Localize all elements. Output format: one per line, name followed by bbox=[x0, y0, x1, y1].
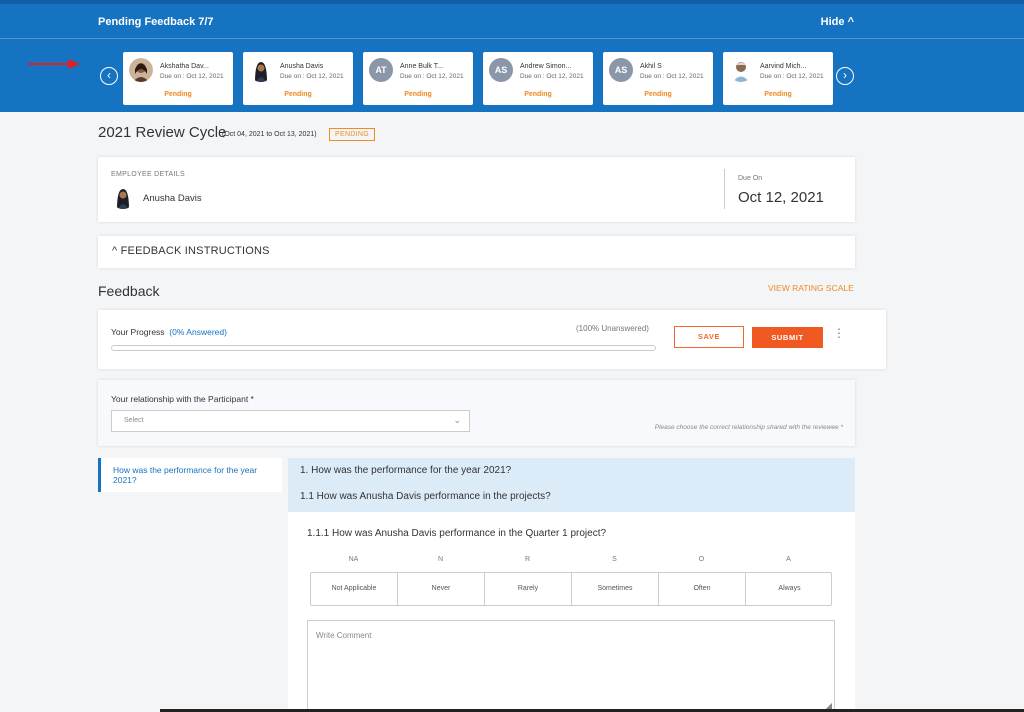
reviewee-card[interactable]: Aarvind Mich... Due on : Oct 12, 2021 Pe… bbox=[723, 52, 833, 105]
avatar bbox=[729, 58, 753, 82]
submit-button[interactable]: SUBMIT bbox=[752, 327, 823, 348]
reviewee-due: Due on : Oct 12, 2021 bbox=[160, 73, 224, 80]
rating-option-rarely[interactable]: Rarely bbox=[485, 573, 572, 605]
due-on-date: Oct 12, 2021 bbox=[738, 189, 824, 206]
question-1-1: 1.1 How was Anusha Davis performance in … bbox=[300, 491, 551, 502]
employee-name: Anusha Davis bbox=[143, 193, 202, 204]
reviewee-status: Pending bbox=[404, 91, 432, 98]
reviewee-status: Pending bbox=[164, 91, 192, 98]
rating-scale: Not Applicable Never Rarely Sometimes Of… bbox=[310, 572, 832, 606]
progress-label: Your Progress (0% Answered) bbox=[111, 327, 227, 337]
rating-option-never[interactable]: Never bbox=[398, 573, 485, 605]
status-badge: PENDING bbox=[329, 128, 375, 141]
divider bbox=[0, 38, 1024, 39]
save-button[interactable]: SAVE bbox=[674, 326, 744, 348]
progress-bar bbox=[111, 345, 656, 351]
rating-option-always[interactable]: Always bbox=[746, 573, 833, 605]
chevron-down-icon: ⌄ bbox=[453, 415, 461, 425]
hide-button[interactable]: Hide ^ bbox=[821, 16, 854, 28]
avatar bbox=[249, 58, 273, 82]
pending-feedback-bar: Pending Feedback 7/7 Hide ^ ‹ Akshatha D… bbox=[0, 0, 1024, 112]
relationship-select[interactable]: Select ⌄ bbox=[111, 410, 470, 432]
comment-textarea[interactable]: Write Comment ◢ bbox=[307, 620, 835, 712]
reviewee-card[interactable]: AS Akhil S Due on : Oct 12, 2021 Pending bbox=[603, 52, 713, 105]
reviewee-status: Pending bbox=[524, 91, 552, 98]
scale-abbr: O bbox=[698, 556, 705, 563]
reviewee-name: Aarvind Mich... bbox=[760, 63, 807, 70]
progress-unanswered: (100% Unanswered) bbox=[576, 324, 649, 333]
prev-reviewee-button[interactable]: ‹ bbox=[100, 67, 118, 85]
question-header: 1. How was the performance for the year … bbox=[288, 458, 855, 512]
reviewee-name: Anusha Davis bbox=[280, 63, 324, 70]
feedback-heading: Feedback bbox=[98, 283, 160, 299]
reviewee-due: Due on : Oct 12, 2021 bbox=[640, 73, 704, 80]
rating-option-na[interactable]: Not Applicable bbox=[311, 573, 398, 605]
relationship-panel: Your relationship with the Participant *… bbox=[98, 380, 855, 446]
employee-details-panel: EMPLOYEE DETAILS Anusha Davis Due On Oct… bbox=[98, 157, 855, 222]
question-block: 1. How was the performance for the year … bbox=[288, 458, 855, 712]
reviewee-card[interactable]: AS Andrew Simon... Due on : Oct 12, 2021… bbox=[483, 52, 593, 105]
reviewee-name: Akshatha Dav... bbox=[160, 63, 209, 70]
cycle-date-range: (Oct 04, 2021 to Oct 13, 2021) bbox=[222, 131, 317, 138]
divider bbox=[724, 169, 725, 209]
relationship-label: Your relationship with the Participant * bbox=[111, 394, 254, 404]
relationship-select-value: Select bbox=[124, 417, 144, 424]
rating-option-often[interactable]: Often bbox=[659, 573, 746, 605]
question-1-1-1: 1.1.1 How was Anusha Davis performance i… bbox=[307, 528, 607, 539]
pending-feedback-title: Pending Feedback 7/7 bbox=[98, 16, 214, 28]
rating-option-sometimes[interactable]: Sometimes bbox=[572, 573, 659, 605]
scale-abbr: S bbox=[612, 556, 617, 563]
scale-abbr: N bbox=[437, 556, 444, 563]
reviewee-status: Pending bbox=[644, 91, 672, 98]
reviewee-name: Akhil S bbox=[640, 63, 662, 70]
reviewee-status: Pending bbox=[764, 91, 792, 98]
employee-details-label: EMPLOYEE DETAILS bbox=[111, 171, 185, 178]
red-arrow-annotation bbox=[28, 59, 80, 69]
progress-answered: (0% Answered) bbox=[169, 327, 227, 337]
feedback-instructions-label: ^ FEEDBACK INSTRUCTIONS bbox=[112, 245, 270, 257]
avatar-initials: AS bbox=[609, 58, 633, 82]
due-on-label: Due On bbox=[738, 175, 763, 182]
reviewee-status: Pending bbox=[284, 91, 312, 98]
more-options-icon[interactable]: ⋮ bbox=[833, 326, 845, 340]
reviewee-card[interactable]: AT Anne Bulk T... Due on : Oct 12, 2021 … bbox=[363, 52, 473, 105]
scale-abbr: A bbox=[786, 556, 791, 563]
view-rating-scale-link[interactable]: VIEW RATING SCALE bbox=[768, 283, 854, 293]
question-nav-label: How was the performance for the year 202… bbox=[113, 465, 258, 485]
reviewee-card[interactable]: Anusha Davis Due on : Oct 12, 2021 Pendi… bbox=[243, 52, 353, 105]
next-reviewee-button[interactable]: › bbox=[836, 67, 854, 85]
comment-placeholder: Write Comment bbox=[316, 631, 372, 640]
reviewee-due: Due on : Oct 12, 2021 bbox=[520, 73, 584, 80]
relationship-hint: Please choose the correct relationship s… bbox=[654, 424, 843, 431]
question-nav-item[interactable]: How was the performance for the year 202… bbox=[98, 458, 282, 492]
avatar bbox=[111, 185, 135, 209]
reviewee-card[interactable]: Akshatha Dav... Due on : Oct 12, 2021 Pe… bbox=[123, 52, 233, 105]
progress-panel: Your Progress (0% Answered) (100% Unansw… bbox=[98, 310, 886, 369]
question-1: 1. How was the performance for the year … bbox=[300, 465, 512, 476]
reviewee-due: Due on : Oct 12, 2021 bbox=[280, 73, 344, 80]
reviewee-due: Due on : Oct 12, 2021 bbox=[400, 73, 464, 80]
progress-title: Your Progress bbox=[111, 327, 165, 337]
reviewee-name: Anne Bulk T... bbox=[400, 63, 444, 70]
scale-abbr: R bbox=[524, 556, 531, 563]
reviewee-due: Due on : Oct 12, 2021 bbox=[760, 73, 824, 80]
page-title: 2021 Review Cycle bbox=[98, 124, 227, 141]
avatar-initials: AS bbox=[489, 58, 513, 82]
avatar bbox=[129, 58, 153, 82]
avatar-initials: AT bbox=[369, 58, 393, 82]
scale-abbr: NA bbox=[348, 556, 359, 563]
feedback-instructions-toggle[interactable]: ^ FEEDBACK INSTRUCTIONS bbox=[98, 236, 855, 268]
reviewee-name: Andrew Simon... bbox=[520, 63, 572, 70]
